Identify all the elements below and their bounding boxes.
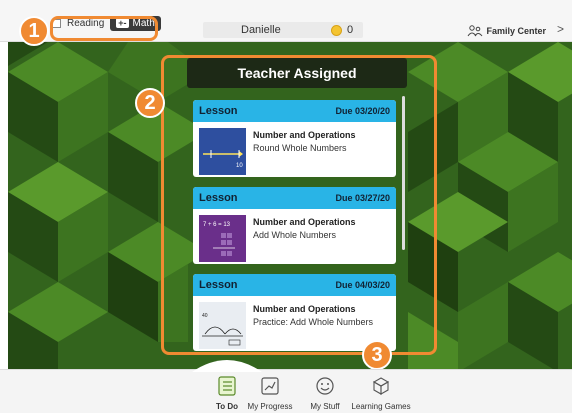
callout-frame-assignments [161,55,437,355]
chevron-right-icon[interactable]: > [557,22,564,36]
user-status: Danielle 0 [203,22,363,38]
nav-label: Learning Games [351,402,411,411]
callout-badge: 1 [19,16,49,46]
nav-learning-games[interactable]: Learning Games [346,370,416,413]
family-center-label: Family Center [486,26,546,36]
smiley-face-icon [316,377,334,395]
progress-chart-icon [261,377,279,395]
family-icon [468,25,483,37]
cube-games-icon [372,377,390,395]
callout-badge: 3 [362,340,392,370]
family-center-button[interactable]: Family Center [467,25,546,37]
coin-icon [331,25,342,36]
callout-frame-subject-toggle [50,16,158,41]
user-name: Danielle [241,24,281,36]
todo-list-icon [218,376,236,396]
coin-count: 0 [347,24,354,36]
callout-badge: 2 [135,88,165,118]
bottom-nav: To Do My Progress My Stuff Learning Game… [0,360,572,413]
